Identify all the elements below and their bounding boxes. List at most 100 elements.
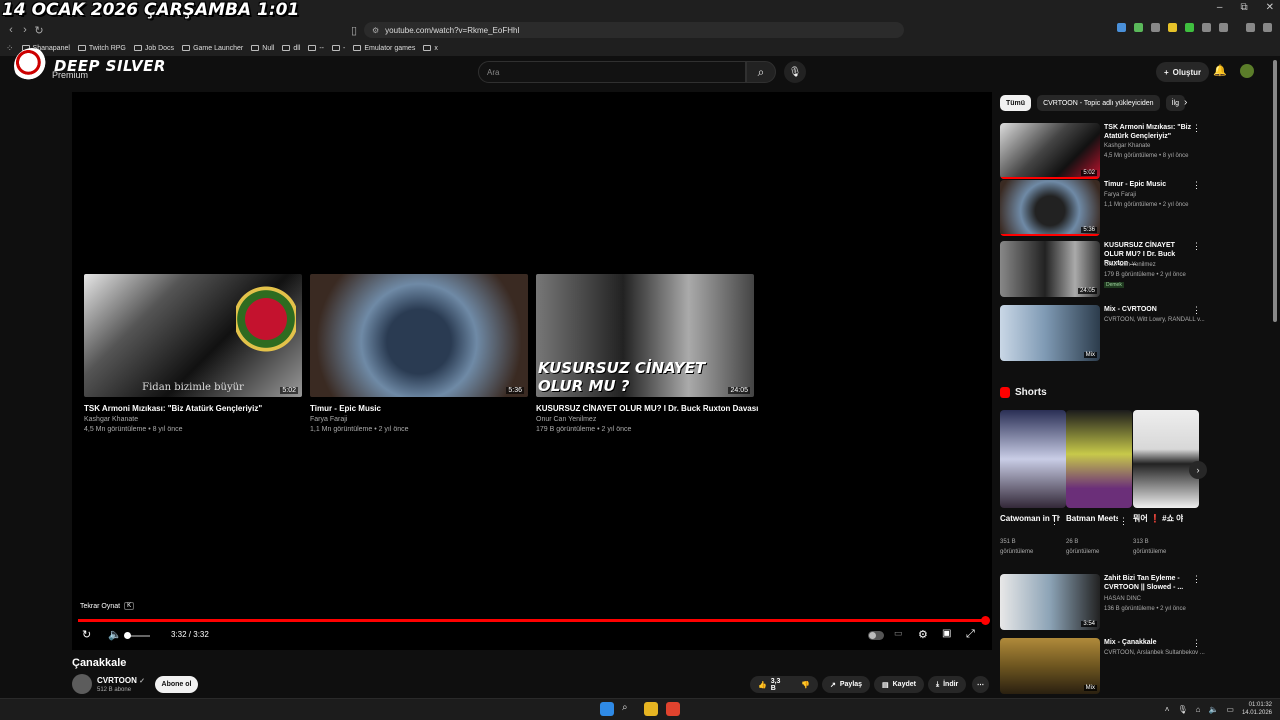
more-vert-icon[interactable]: ⋮ (1192, 305, 1201, 316)
browser-icon[interactable] (666, 702, 680, 716)
network-icon[interactable]: ⌂ (1196, 705, 1201, 714)
voice-search-button[interactable]: 🎙 (784, 61, 806, 83)
like-count[interactable]: 3,3 B (771, 678, 786, 692)
page-scrollbar[interactable] (1273, 60, 1277, 322)
bookmark-item[interactable]: Emulator games (353, 45, 415, 52)
rec-meta: 136 B görüntüleme • 2 yıl önce (1104, 606, 1186, 612)
extension-icon[interactable] (1117, 23, 1126, 32)
search-icon[interactable]: ⌕ (622, 702, 636, 716)
short-thumbnail[interactable] (1133, 410, 1199, 508)
bookmark-item[interactable]: - (332, 45, 345, 52)
windows-start-icon[interactable] (600, 702, 614, 716)
dislike-icon[interactable]: 👎 (801, 681, 810, 689)
recommendation-item[interactable]: 24:05 KUSURSUZ CİNAYET OLUR MU? I Dr. Bu… (1000, 241, 1201, 297)
recommendation-item[interactable]: 5:36 Timur - Epic Music Farya Faraji 1,1… (1000, 180, 1201, 236)
scrubber-handle[interactable] (981, 616, 990, 625)
recommendation-item[interactable]: Mix Mix - CVRTOON CVRTOON, Witt Lowry, R… (1000, 305, 1205, 361)
volume-knob[interactable] (124, 632, 131, 639)
end-card-title: Timur - Epic Music (310, 404, 381, 413)
chip-all[interactable]: Tümü (1000, 95, 1032, 111)
more-vert-icon[interactable]: ⋮ (1192, 638, 1201, 649)
plus-icon: + (1164, 67, 1169, 77)
recommendation-item[interactable]: 5:02 TSK Armoni Mızıkası: "Biz Atatürk G… (1000, 123, 1201, 179)
end-card[interactable]: Fidan bizimle büyür 5:02 TSK Armoni Mızı… (84, 274, 302, 435)
settings-gear-icon[interactable]: ⚙ (918, 628, 928, 641)
recommendation-item[interactable]: Mix Mix - Çanakkale CVRTOON, Arslanbek S… (1000, 638, 1205, 694)
chevron-right-icon[interactable]: › (1184, 97, 1187, 108)
recommendation-item[interactable]: 3:54 Zahit Bizi Tan Eyleme - CVRTOON || … (1000, 574, 1201, 630)
volume-icon[interactable]: 🔈 (108, 628, 122, 641)
clock[interactable]: 01:01:32 14.01.2026 (1242, 701, 1272, 717)
close-button[interactable]: ✕ (1266, 2, 1274, 13)
extension-icon[interactable] (1219, 23, 1228, 32)
short-title[interactable]: Batman Meets The ... (1066, 514, 1118, 524)
chip-topic[interactable]: CVRTOON - Topic adlı yükleyiciden (1037, 95, 1160, 111)
account-avatar[interactable] (1240, 64, 1254, 78)
more-vert-icon[interactable]: ⋮ (1119, 516, 1128, 527)
video-player[interactable]: Fidan bizimle büyür 5:02 TSK Armoni Mızı… (72, 92, 992, 650)
short-title[interactable]: 뭐어 ❗ #쇼 야... (1133, 514, 1183, 524)
more-vert-icon[interactable]: ⋮ (1050, 516, 1059, 527)
extension-icon[interactable] (1134, 23, 1143, 32)
bookmark-item[interactable]: -- (308, 45, 324, 52)
site-info-icon[interactable]: ⚙ (372, 26, 379, 35)
short-thumbnail[interactable] (1000, 410, 1066, 508)
bookmark-item[interactable]: x (423, 45, 438, 52)
volume-icon[interactable]: 🔈 (1208, 705, 1218, 714)
bookmark-item[interactable]: Null (251, 45, 274, 52)
create-button[interactable]: + Oluştur (1156, 62, 1210, 82)
extension-icon[interactable] (1185, 23, 1194, 32)
search-icon: ⌕ (757, 64, 765, 79)
bookmark-item[interactable]: Game Launcher (182, 45, 243, 52)
subtitles-icon[interactable]: ▭ (894, 628, 903, 639)
more-vert-icon[interactable]: ⋮ (1192, 180, 1201, 191)
like-icon[interactable]: 👍 (758, 681, 767, 689)
short-thumbnail[interactable] (1066, 410, 1132, 508)
menu-icon[interactable] (1263, 23, 1272, 32)
channel-name[interactable]: CVRTOON ✓ (97, 676, 145, 685)
more-vert-icon[interactable]: ⋮ (1192, 574, 1201, 585)
forward-icon[interactable]: › (18, 24, 32, 36)
emblem-icon (236, 284, 296, 354)
progress-bar[interactable] (78, 616, 990, 625)
channel-avatar[interactable] (72, 674, 92, 694)
sidebar-icon[interactable] (1246, 23, 1255, 32)
more-vert-icon[interactable]: ⋮ (1192, 241, 1201, 252)
bookmark-item[interactable]: dll (282, 45, 300, 52)
file-explorer-icon[interactable] (644, 702, 658, 716)
replay-icon[interactable]: ↻ (82, 628, 91, 641)
autoplay-toggle[interactable] (868, 631, 884, 640)
extension-icon[interactable] (1168, 23, 1177, 32)
address-bar[interactable]: ⚙ youtube.com/watch?v=Rkme_EoFHhI (364, 22, 904, 38)
notifications-bell-icon[interactable]: 🔔 (1213, 64, 1227, 77)
shorts-next-button[interactable]: › (1189, 461, 1207, 479)
share-button[interactable]: ↗ Paylaş (822, 676, 871, 693)
subscribe-button[interactable]: Abone ol (155, 676, 198, 693)
miniplayer-icon[interactable]: ▣ (942, 628, 951, 639)
chip-related[interactable]: İlg (1165, 95, 1185, 111)
site-logo[interactable]: DEEP SILVER Premium (14, 48, 166, 84)
extension-icon[interactable] (1151, 23, 1160, 32)
end-card[interactable]: KUSURSUZ CİNAYET OLUR MU ? 24:05 KUSURSU… (536, 274, 758, 435)
download-button[interactable]: ⤓ İndir (928, 676, 967, 693)
rec-meta: 179 B görüntüleme • 2 yıl önce (1104, 272, 1186, 278)
bookmark-icon[interactable]: ▯ (347, 24, 361, 37)
chevron-right-icon: › (1196, 465, 1200, 475)
minimize-button[interactable]: – (1217, 2, 1223, 13)
back-icon[interactable]: ‹ (4, 24, 18, 36)
mic-icon[interactable]: 🎙 (1177, 705, 1187, 714)
extension-icon[interactable] (1202, 23, 1211, 32)
reload-icon[interactable]: ↻ (32, 24, 46, 37)
extension-icons (1117, 23, 1272, 32)
search-input[interactable]: Ara (478, 61, 746, 83)
fullscreen-icon[interactable]: ⤢ (966, 628, 975, 641)
save-button[interactable]: ▤ Kaydet (874, 676, 924, 693)
more-vert-icon[interactable]: ⋮ (1192, 123, 1201, 134)
chevron-up-icon[interactable]: ˄ (1165, 705, 1170, 714)
search-button[interactable]: ⌕ (746, 61, 776, 83)
end-card[interactable]: 5:36 Timur - Epic Music Farya Faraji 1,1… (310, 274, 528, 435)
more-actions-button[interactable]: ⋯ (972, 676, 989, 693)
battery-icon[interactable]: ▭ (1226, 705, 1234, 714)
apps-icon[interactable]: ⁘ (6, 43, 14, 54)
restore-button[interactable]: ⧉ (1240, 2, 1247, 13)
